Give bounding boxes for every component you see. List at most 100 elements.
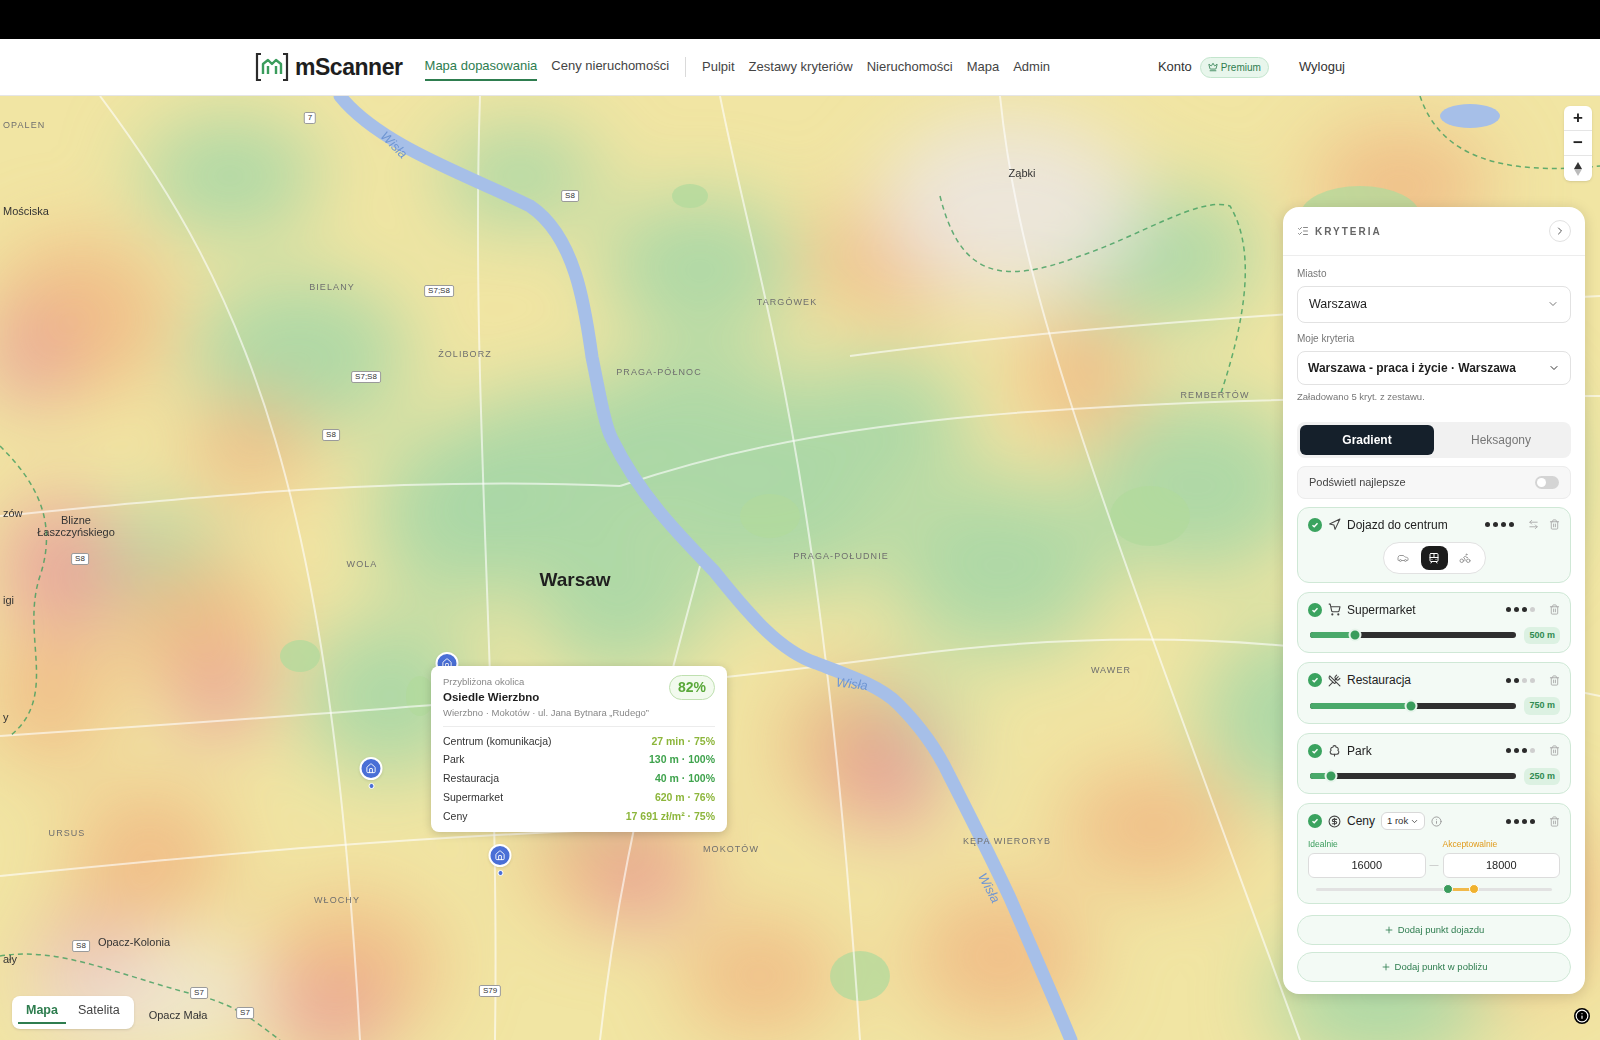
enabled-checkbox[interactable] [1308,744,1322,758]
importance-dot [1530,607,1535,612]
importance-dots[interactable] [1502,748,1539,753]
account-link[interactable]: Konto [1158,57,1192,77]
distance-slider[interactable] [1310,632,1516,638]
check-icon [1311,747,1319,755]
check-icon [1311,676,1319,684]
collapse-button[interactable] [1549,220,1571,242]
map-label: PRAGA-PÓŁNOC [616,366,701,380]
city-label: Miasto [1297,266,1571,281]
nav-secondary: Pulpit Zestawy kryteriów Nieruchomości Mapa… [702,57,1050,77]
importance-dots[interactable] [1481,522,1518,527]
distance-slider[interactable] [1310,773,1516,779]
highlight-switch[interactable] [1535,476,1559,489]
map-pin[interactable] [360,757,383,789]
set-select[interactable]: Warszawa - praca i życie · Warszawa [1297,351,1571,385]
map-label: S8 [561,190,579,202]
top-bar [0,0,1600,39]
map-type-button[interactable]: Mapa [18,1001,66,1024]
attribution-button[interactable] [1574,1008,1590,1024]
importance-dot [1530,678,1535,683]
criterion-title: Supermarket [1347,601,1416,619]
map-label: S7;S8 [351,371,381,383]
price-slider[interactable] [1316,888,1552,891]
view-mode-tab[interactable]: Gradient [1300,425,1434,455]
nav-item[interactable]: Admin [1013,57,1050,77]
zoom-in-button[interactable]: + [1564,106,1592,131]
criteria-panel: KRYTERIAMiastoWarszawaMoje kryteriaWarsz… [1283,207,1585,994]
mode-button[interactable] [1390,546,1417,570]
city-select[interactable]: Warszawa [1297,286,1571,323]
slider-thumb[interactable] [1324,770,1337,783]
distance-slider-row: 250 m [1308,768,1560,786]
slider-thumb[interactable] [1405,699,1418,712]
nav-item[interactable]: Zestawy kryteriów [749,57,853,77]
importance-dots[interactable] [1502,607,1539,612]
map-label: ały [3,953,17,965]
trash-icon[interactable] [1549,816,1560,827]
view-mode-tab[interactable]: Heksagony [1434,425,1568,455]
importance-dot [1506,678,1511,683]
info-icon[interactable] [1431,816,1442,827]
premium-badge: Premium [1200,57,1269,78]
map-type-button[interactable]: Satelita [70,1001,128,1024]
nav-item[interactable]: Mapa dopasowania [425,53,538,81]
criterion-title: Dojazd do centrum [1347,516,1448,534]
map-label: REMBERTÓW [1180,389,1249,403]
mode-button[interactable] [1452,546,1479,570]
importance-dot [1493,522,1498,527]
map-pin[interactable] [489,844,512,876]
trash-icon[interactable] [1549,519,1560,530]
tooltip-address: Wierzbno · Mokotów · ul. Jana Bytnara „R… [443,707,661,719]
trash-icon[interactable] [1549,745,1560,756]
map-label: S8 [71,553,89,565]
map-label: Wisła [835,673,869,696]
map[interactable]: OPALENMościska7S8WisłaBIELANYS7;S8TARGÓW… [0,96,1600,1040]
nav-item[interactable]: Mapa [967,57,1000,77]
tooltip-row: Ceny17 691 zł/m² · 75% [443,809,715,825]
add-point-button[interactable]: Dodaj punkt dojazdu [1297,915,1571,945]
enabled-checkbox[interactable] [1308,603,1322,617]
trash-icon[interactable] [1549,675,1560,686]
mode-button[interactable] [1421,546,1448,570]
enabled-checkbox[interactable] [1308,814,1322,828]
trash-icon[interactable] [1549,604,1560,615]
logout-link[interactable]: Wyloguj [1299,57,1345,77]
importance-dots[interactable] [1502,678,1539,683]
map-label: S7 [190,987,208,999]
ideal-input[interactable]: 16000 [1308,853,1426,878]
period-select[interactable]: 1 rok [1381,812,1425,830]
map-label: y [3,711,9,723]
distance-slider[interactable] [1310,703,1516,709]
nav-item[interactable]: Ceny nieruchomości [551,53,669,81]
enabled-checkbox[interactable] [1308,673,1322,687]
map-label: Opacz Mała [149,1009,208,1021]
nav-item[interactable]: Pulpit [702,57,735,77]
importance-dot [1509,522,1514,527]
plus-icon [1381,962,1391,972]
zoom-out-button[interactable]: − [1564,131,1592,156]
map-label: WOLA [347,558,378,572]
zoom-controls: +− [1564,106,1592,181]
compass-button[interactable] [1564,156,1592,181]
distance-value: 500 m [1524,627,1560,645]
logo[interactable]: mScanner [255,50,403,85]
criterion-card: Supermarket 500 m [1297,592,1571,654]
enabled-checkbox[interactable] [1308,518,1322,532]
importance-dot [1506,607,1511,612]
criterion-icon [1328,603,1341,616]
area-tooltip: Przybliżona okolicaOsiedle WierzbnoWierz… [431,666,727,832]
panel-header: KRYTERIA [1283,207,1585,256]
ideal-thumb[interactable] [1443,884,1453,894]
acceptable-thumb[interactable] [1469,884,1479,894]
add-point-button[interactable]: Dodaj punkt w pobliżu [1297,952,1571,982]
acceptable-input[interactable]: 18000 [1443,853,1561,878]
swap-icon[interactable] [1528,519,1539,530]
importance-dots[interactable] [1502,819,1539,824]
tooltip-caption: Przybliżona okolica [443,675,661,689]
chevron-down-icon [1410,817,1419,826]
slider-thumb[interactable] [1349,629,1362,642]
nav-item[interactable]: Nieruchomości [867,57,953,77]
plus-icon [1384,925,1394,935]
compass-icon [1573,161,1583,177]
check-icon [1311,606,1319,614]
